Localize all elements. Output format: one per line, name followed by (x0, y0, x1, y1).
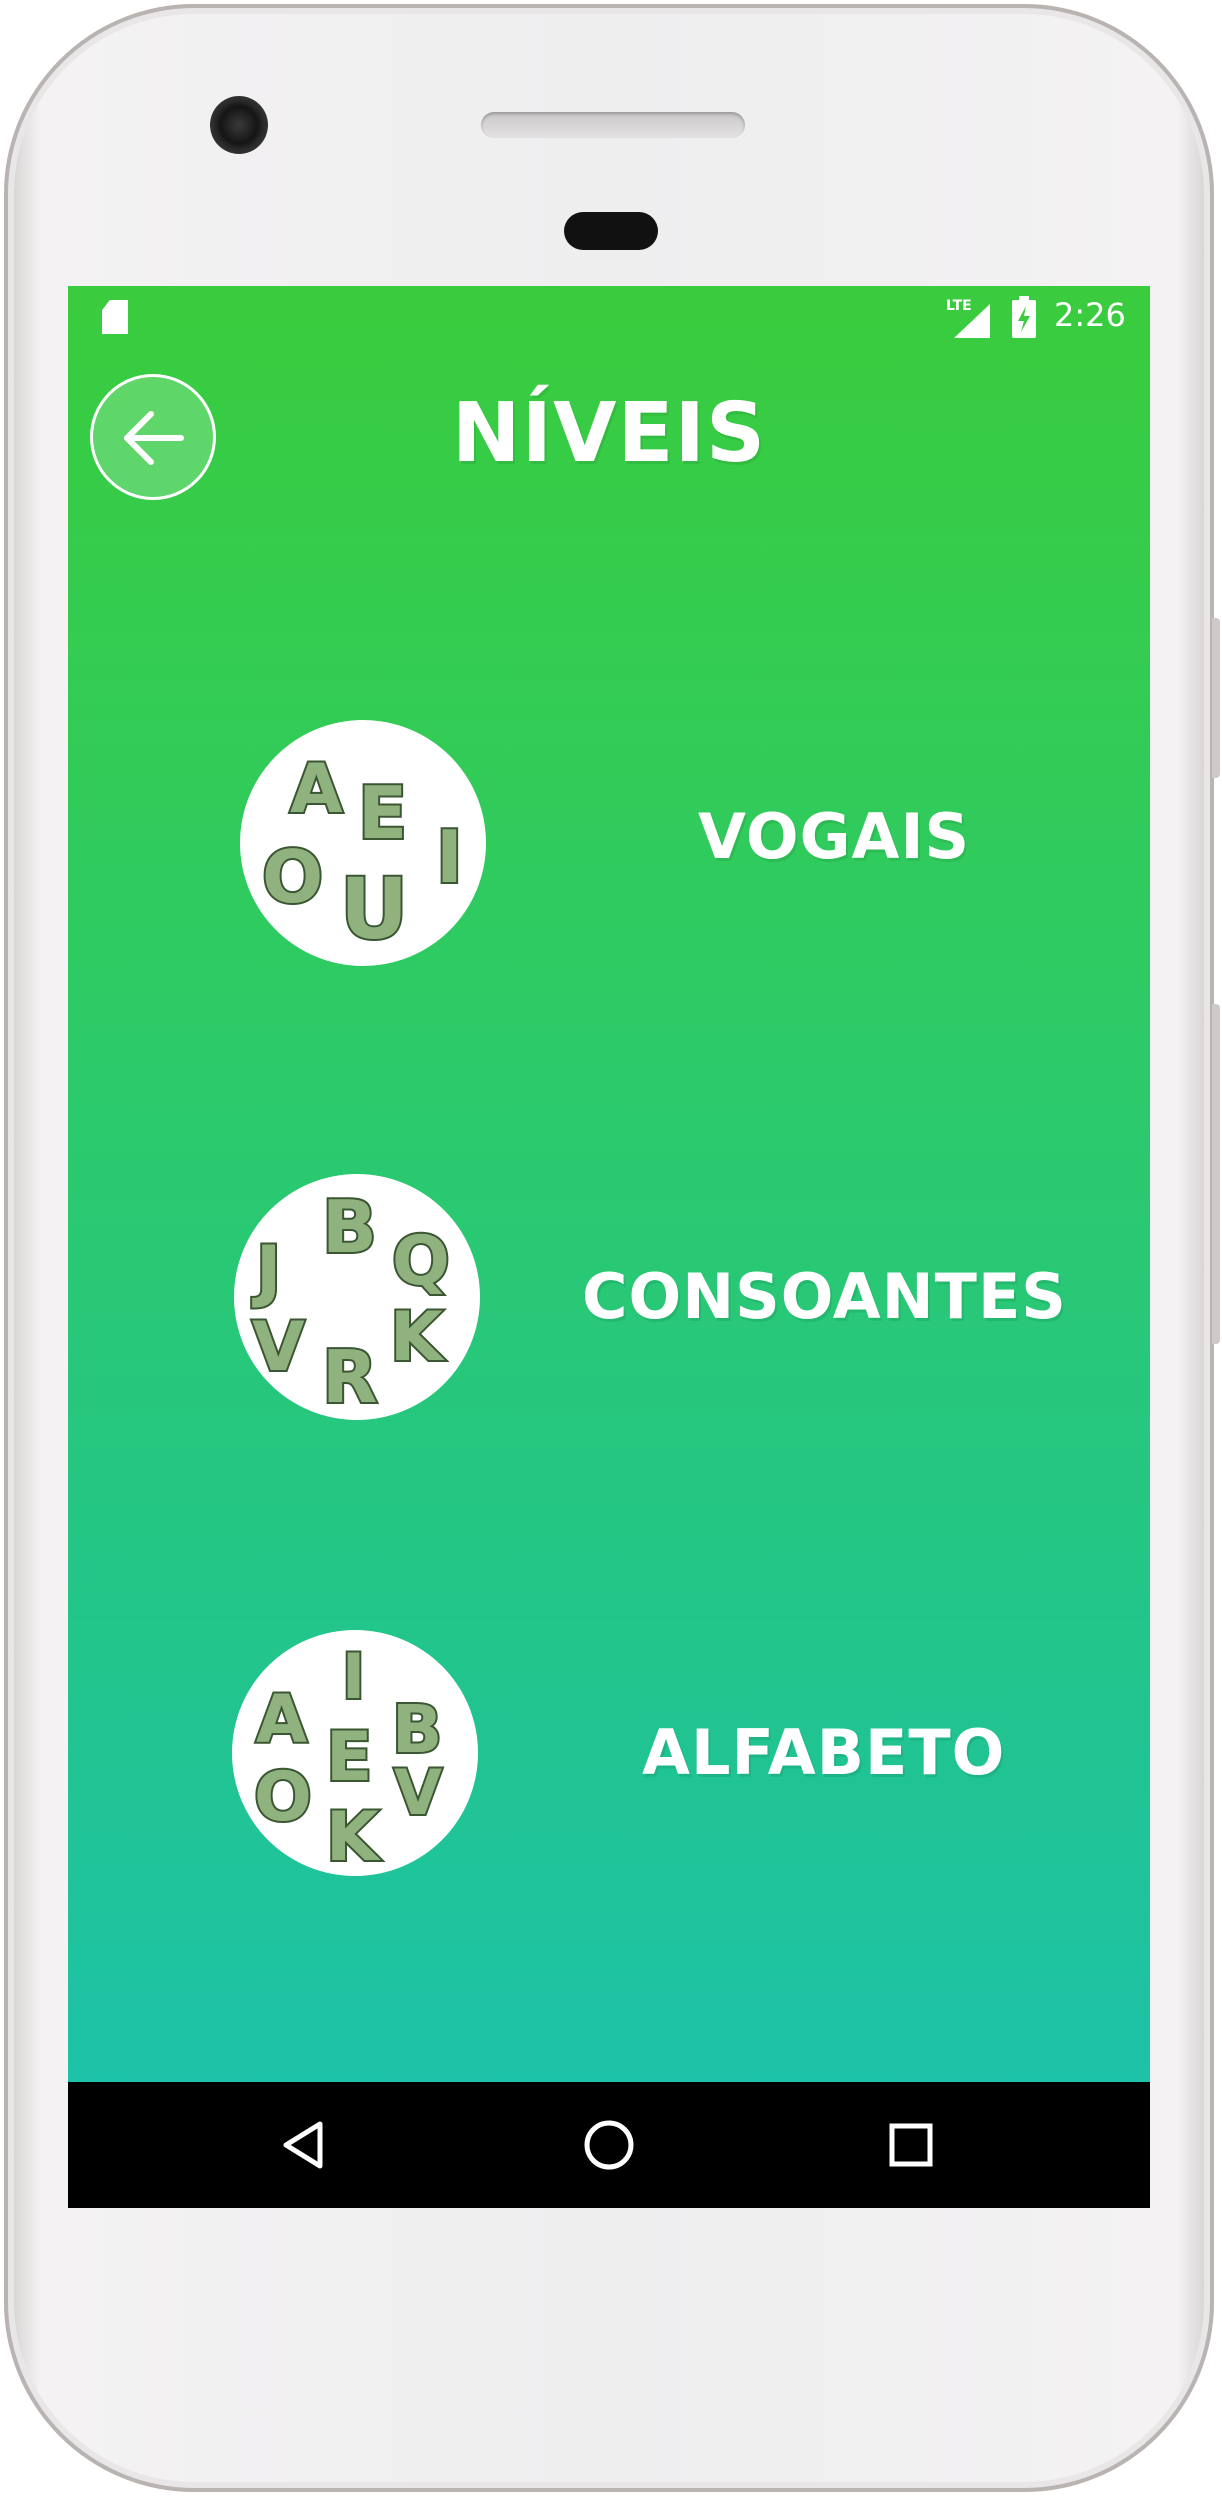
letter-k: K (390, 1298, 445, 1377)
letter-a: A (290, 750, 343, 829)
level-alfabeto[interactable]: A I B E O V K ALFABETO (68, 1624, 1150, 1884)
level-label-vogais: VOGAIS (698, 800, 971, 873)
letter-o: O (254, 1758, 312, 1837)
letter-v: V (252, 1308, 305, 1387)
letter-i: I (436, 815, 463, 899)
level-consoantes[interactable]: J B Q V R K CONSOANTES (68, 1172, 1150, 1432)
letter-v: V (394, 1756, 442, 1829)
triangle-back-icon[interactable] (272, 2112, 338, 2178)
letter-b: B (322, 1185, 377, 1269)
square-recents-icon[interactable] (878, 2112, 944, 2178)
letter-a: A (256, 1681, 307, 1758)
earpiece-speaker (481, 112, 745, 138)
letter-u: U (340, 860, 408, 958)
volume-button (1212, 1004, 1220, 1344)
circle-home-icon[interactable] (576, 2112, 642, 2178)
sd-card-icon (102, 300, 128, 334)
status-clock: 2:26 (1054, 296, 1126, 334)
letter-e: E (358, 771, 407, 855)
letter-j: J (252, 1232, 281, 1311)
letter-q: Q (392, 1222, 450, 1301)
letter-i: I (342, 1640, 365, 1713)
letter-o: O (262, 835, 323, 919)
app-screen: LTE 2:26 NÍVEIS A E I O U VOGAIS J B Q V… (68, 286, 1150, 2208)
level-label-alfabeto: ALFABETO (642, 1716, 1006, 1789)
power-button (1212, 618, 1220, 778)
signal-icon (954, 304, 990, 338)
page-title: NÍVEIS (451, 386, 767, 481)
front-camera (210, 96, 268, 154)
phone-frame: LTE 2:26 NÍVEIS A E I O U VOGAIS J B Q V… (4, 4, 1220, 2492)
letter-e: E (326, 1718, 372, 1797)
status-bar: LTE 2:26 (68, 286, 1150, 352)
vowels-circle-icon: A E I O U (240, 720, 486, 966)
level-label-consoantes: CONSOANTES (582, 1260, 1067, 1333)
battery-charging-icon (1012, 296, 1036, 338)
proximity-sensor (564, 212, 658, 250)
navigation-bar (68, 2082, 1150, 2208)
consonants-circle-icon: J B Q V R K (234, 1174, 480, 1420)
letter-r: R (322, 1335, 377, 1419)
letter-k: K (326, 1798, 381, 1876)
alphabet-circle-icon: A I B E O V K (232, 1630, 478, 1876)
level-vogais[interactable]: A E I O U VOGAIS (68, 716, 1150, 976)
